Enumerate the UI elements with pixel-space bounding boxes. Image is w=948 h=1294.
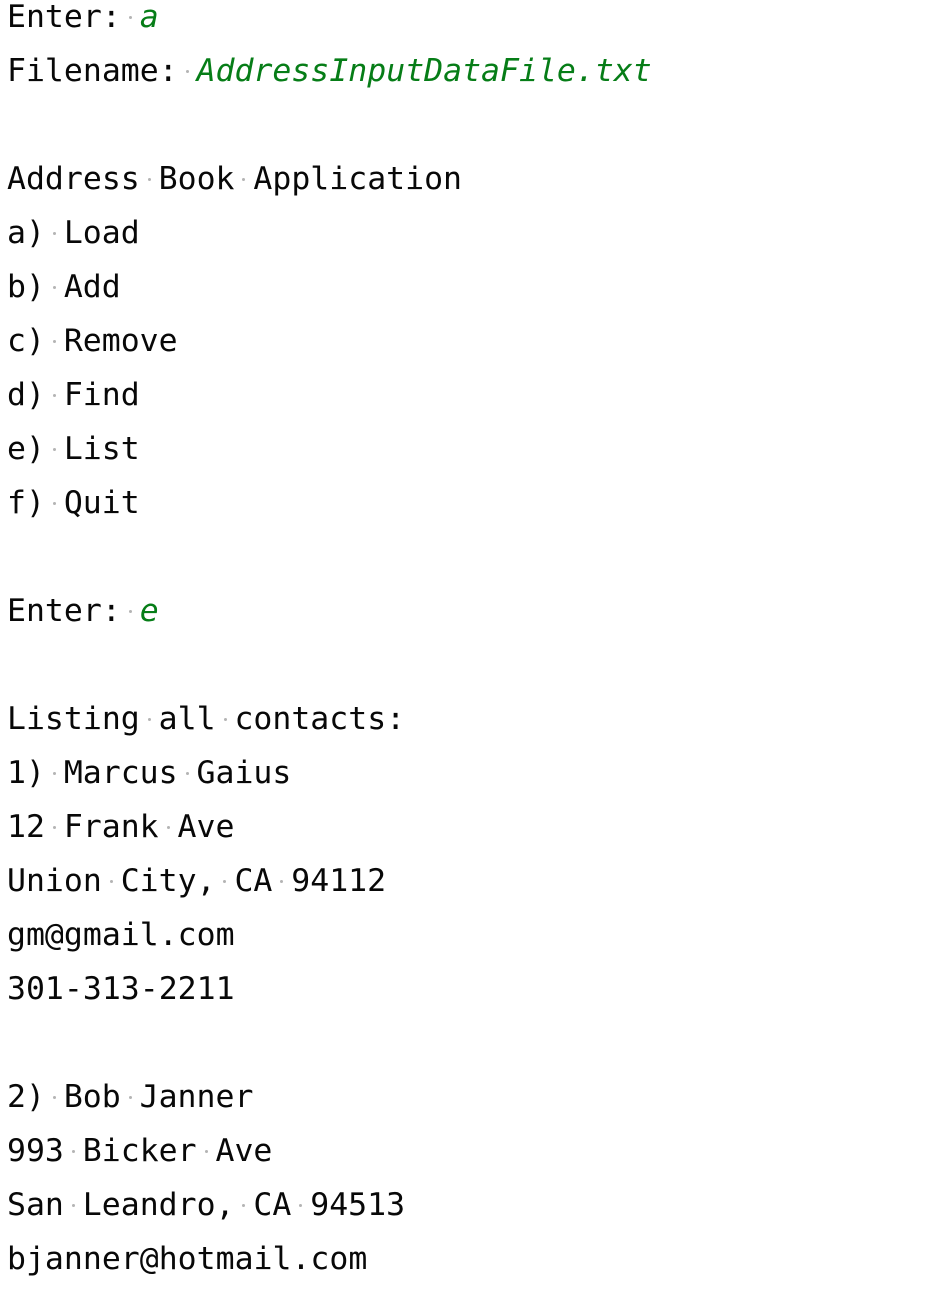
console-prompt-line: Filename: AddressInputDataFile.txt <box>7 44 652 98</box>
whitespace-marker <box>178 44 197 98</box>
console-output-line: c) Remove <box>7 314 652 368</box>
whitespace-marker <box>216 854 235 908</box>
console-output-line: 993 Bicker Ave <box>7 1124 652 1178</box>
whitespace-marker <box>45 1070 64 1124</box>
whitespace-marker <box>45 746 64 800</box>
whitespace-marker <box>45 260 64 314</box>
output-text: 993 Bicker Ave <box>7 1133 272 1169</box>
output-text: c) Remove <box>7 323 178 359</box>
whitespace-marker <box>159 800 178 854</box>
output-text: Union City, CA 94112 <box>7 863 386 899</box>
console-output-line: 2) Bob Janner <box>7 1070 652 1124</box>
whitespace-marker <box>64 1178 83 1232</box>
prompt-text: Enter: <box>7 0 140 35</box>
whitespace-marker <box>216 692 235 746</box>
whitespace-marker <box>291 1178 310 1232</box>
output-text: 301-313-2211 <box>7 971 235 1007</box>
console-output-line: 1) Marcus Gaius <box>7 746 652 800</box>
output-text: gm@gmail.com <box>7 917 235 953</box>
prompt-text: Filename: <box>7 53 197 89</box>
console-output-line: e) List <box>7 422 652 476</box>
console-output-line: Listing all contacts: <box>7 692 652 746</box>
console-prompt-line: Enter: a <box>7 0 652 44</box>
output-text: d) Find <box>7 377 140 413</box>
whitespace-marker <box>121 1070 140 1124</box>
console-prompt-line: Enter: e <box>7 584 652 638</box>
prompt-text: Enter: <box>7 593 140 629</box>
console-output-line: 12 Frank Ave <box>7 800 652 854</box>
user-input-text: AddressInputDataFile.txt <box>196 53 652 89</box>
whitespace-marker <box>45 314 64 368</box>
whitespace-marker <box>121 0 140 44</box>
console-output-line: Union City, CA 94112 <box>7 854 652 908</box>
console-output-line: San Leandro, CA 94513 <box>7 1178 652 1232</box>
whitespace-marker <box>45 800 64 854</box>
console-output-line: Address Book Application <box>7 152 652 206</box>
output-text: Listing all contacts: <box>7 701 405 737</box>
console-output-line: f) Quit <box>7 476 652 530</box>
output-text: 2) Bob Janner <box>7 1079 253 1115</box>
output-text: f) Quit <box>7 485 140 521</box>
output-text: 1) Marcus Gaius <box>7 755 291 791</box>
user-input-text: a <box>139 0 159 35</box>
whitespace-marker <box>121 584 140 638</box>
user-input-text: e <box>139 593 159 629</box>
output-text: 12 Frank Ave <box>7 809 234 845</box>
output-text: e) List <box>7 431 140 467</box>
whitespace-marker <box>45 368 64 422</box>
whitespace-marker <box>235 1178 254 1232</box>
console-output-line: 301-313-2211 <box>7 962 652 1016</box>
whitespace-marker <box>140 152 159 206</box>
output-text: a) Load <box>7 215 140 251</box>
whitespace-marker <box>45 422 64 476</box>
output-text: Address Book Application <box>7 161 462 197</box>
whitespace-marker <box>272 854 291 908</box>
whitespace-marker <box>45 206 64 260</box>
whitespace-marker <box>64 1124 83 1178</box>
console-output-line: gm@gmail.com <box>7 908 652 962</box>
whitespace-marker <box>235 152 254 206</box>
output-text: bjanner@hotmail.com <box>7 1241 368 1277</box>
console-output-line: b) Add <box>7 260 652 314</box>
whitespace-marker <box>102 854 121 908</box>
output-text: b) Add <box>7 269 121 305</box>
console-output: Enter: a Filename: AddressInputDataFile.t… <box>7 0 652 1286</box>
console-output-line: a) Load <box>7 206 652 260</box>
whitespace-marker <box>197 1124 216 1178</box>
whitespace-marker <box>178 746 197 800</box>
console-output-line: d) Find <box>7 368 652 422</box>
console-output-line: bjanner@hotmail.com <box>7 1232 652 1286</box>
output-text: San Leandro, CA 94513 <box>7 1187 405 1223</box>
whitespace-marker <box>140 692 159 746</box>
whitespace-marker <box>45 476 64 530</box>
